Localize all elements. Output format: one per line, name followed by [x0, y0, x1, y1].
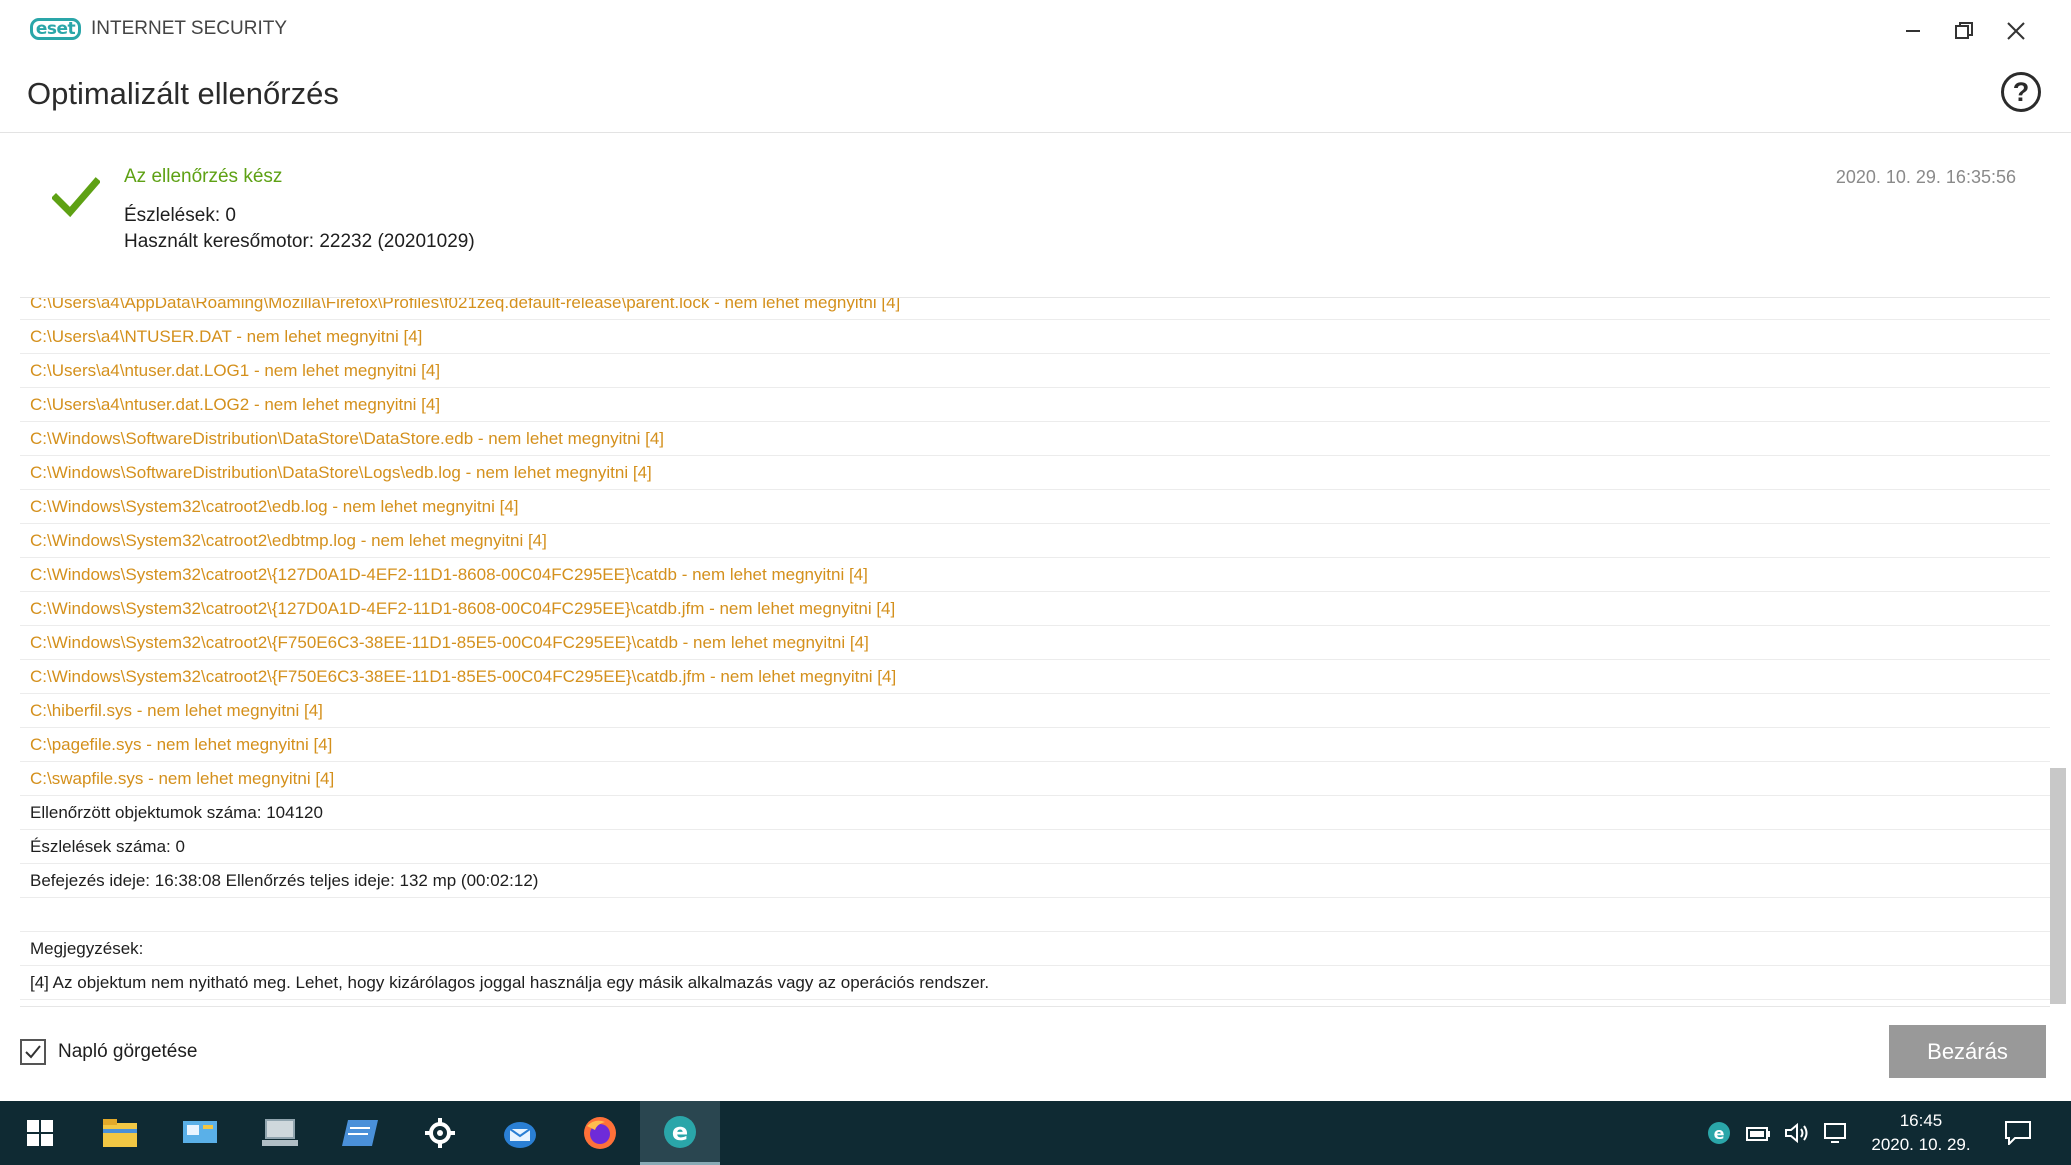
close-button[interactable]: Bezárás	[1889, 1025, 2046, 1078]
tray-eset[interactable]: e	[1705, 1119, 1733, 1147]
detections-count: Észlelések: 0	[124, 205, 236, 226]
log-row: C:\Users\a4\NTUSER.DAT - nem lehet megny…	[20, 320, 2050, 354]
scroll-log-toggle[interactable]: Napló görgetése	[20, 1039, 197, 1065]
log-row: [4] Az objektum nem nyitható meg. Lehet,…	[20, 966, 2050, 1000]
taskbar-thunderbird[interactable]	[480, 1101, 560, 1165]
log-row: C:\Windows\System32\catroot2\{127D0A1D-4…	[20, 558, 2050, 592]
restore-button[interactable]	[1939, 14, 1989, 48]
minimize-icon	[1906, 30, 1920, 32]
log-row: Megjegyzések:	[20, 932, 2050, 966]
log-row: C:\Windows\System32\catroot2\edbtmp.log …	[20, 524, 2050, 558]
divider	[0, 132, 2071, 133]
computer-icon	[262, 1119, 298, 1146]
scroll-log-label: Napló görgetése	[58, 1041, 198, 1062]
log-row: C:\Windows\SoftwareDistribution\DataStor…	[20, 422, 2050, 456]
scan-timestamp: 2020. 10. 29. 16:35:56	[1835, 167, 2016, 187]
notification-icon	[2005, 1121, 2031, 1145]
clock-time: 16:45	[1899, 1111, 1943, 1130]
log-scrollbar[interactable]	[2050, 768, 2066, 1004]
power-icon	[1746, 1127, 1770, 1141]
log-row: C:\Windows\System32\catroot2\edb.log - n…	[20, 490, 2050, 524]
brand: eset INTERNET SECURITY	[30, 18, 287, 40]
file-explorer-icon	[103, 1119, 137, 1147]
log-row	[20, 898, 2050, 932]
notepad-icon	[342, 1120, 378, 1146]
eset-tray-icon: e	[1708, 1122, 1730, 1144]
checkmark-icon	[52, 177, 100, 218]
svg-text:e: e	[672, 1118, 688, 1146]
svg-text:e: e	[1714, 1124, 1725, 1143]
action-center-button[interactable]	[2004, 1119, 2032, 1147]
thunderbird-icon	[504, 1122, 536, 1148]
checkbox-check-icon	[25, 1045, 41, 1059]
page-title: Optimalizált ellenőrzés	[27, 76, 339, 111]
restore-icon	[1955, 22, 1973, 39]
minimize-button[interactable]	[1888, 14, 1938, 48]
taskbar-computer[interactable]	[240, 1101, 320, 1165]
log-row: C:\Windows\SoftwareDistribution\DataStor…	[20, 456, 2050, 490]
clock-date: 2020. 10. 29.	[1871, 1135, 1971, 1154]
start-icon	[27, 1120, 53, 1146]
log-row: C:\hiberfil.sys - nem lehet megnyitni [4…	[20, 694, 2050, 728]
log-row: C:\Users\a4\ntuser.dat.LOG2 - nem lehet …	[20, 388, 2050, 422]
taskbar: e e 16:45 2020. 10. 29.	[0, 1101, 2071, 1165]
scan-log[interactable]: C:\Users\a4\AppData\Roaming\Mozilla\Fire…	[20, 297, 2050, 1007]
start-button[interactable]	[0, 1101, 80, 1165]
scroll-log-checkbox[interactable]	[20, 1039, 46, 1065]
log-row: C:\Users\a4\ntuser.dat.LOG1 - nem lehet …	[20, 354, 2050, 388]
close-icon	[2007, 22, 2025, 40]
engine-version: Használt keresőmotor: 22232 (20201029)	[124, 231, 475, 252]
status-title: Az ellenőrzés kész	[124, 166, 283, 187]
eset-logo: eset	[30, 18, 81, 40]
log-row: C:\Windows\System32\catroot2\{F750E6C3-3…	[20, 626, 2050, 660]
title-bar: eset INTERNET SECURITY	[0, 0, 2071, 58]
log-row: C:\Users\a4\AppData\Roaming\Mozilla\Fire…	[20, 298, 2050, 320]
product-name: INTERNET SECURITY	[91, 18, 288, 39]
log-row: Ellenőrzött objektumok száma: 104120	[20, 796, 2050, 830]
close-window-button[interactable]	[1991, 14, 2041, 48]
log-row: C:\pagefile.sys - nem lehet megnyitni [4…	[20, 728, 2050, 762]
taskbar-file-explorer[interactable]	[80, 1101, 160, 1165]
tray-clock[interactable]: 16:45 2020. 10. 29.	[1868, 1109, 1974, 1157]
taskbar-firefox[interactable]	[560, 1101, 640, 1165]
taskbar-settings[interactable]	[400, 1101, 480, 1165]
taskbar-notepad[interactable]	[320, 1101, 400, 1165]
help-icon[interactable]: ?	[2001, 72, 2041, 112]
taskbar-eset[interactable]: e	[640, 1101, 720, 1165]
tray-volume[interactable]	[1783, 1119, 1811, 1147]
log-row: C:\Windows\System32\catroot2\{F750E6C3-3…	[20, 660, 2050, 694]
volume-icon	[1785, 1122, 1808, 1144]
network-icon	[1824, 1123, 1846, 1143]
eset-icon: e	[664, 1115, 696, 1148]
log-row: C:\swapfile.sys - nem lehet megnyitni [4…	[20, 762, 2050, 796]
firefox-icon	[584, 1117, 616, 1149]
settings-icon	[425, 1118, 455, 1148]
log-row: Befejezés ideje: 16:38:08 Ellenőrzés tel…	[20, 864, 2050, 898]
tray-network[interactable]	[1822, 1119, 1850, 1147]
log-row: Észlelések száma: 0	[20, 830, 2050, 864]
control-panel-icon	[183, 1121, 217, 1143]
tray-power[interactable]	[1745, 1119, 1773, 1147]
taskbar-control-panel[interactable]	[160, 1101, 240, 1165]
log-row: C:\Windows\System32\catroot2\{127D0A1D-4…	[20, 592, 2050, 626]
